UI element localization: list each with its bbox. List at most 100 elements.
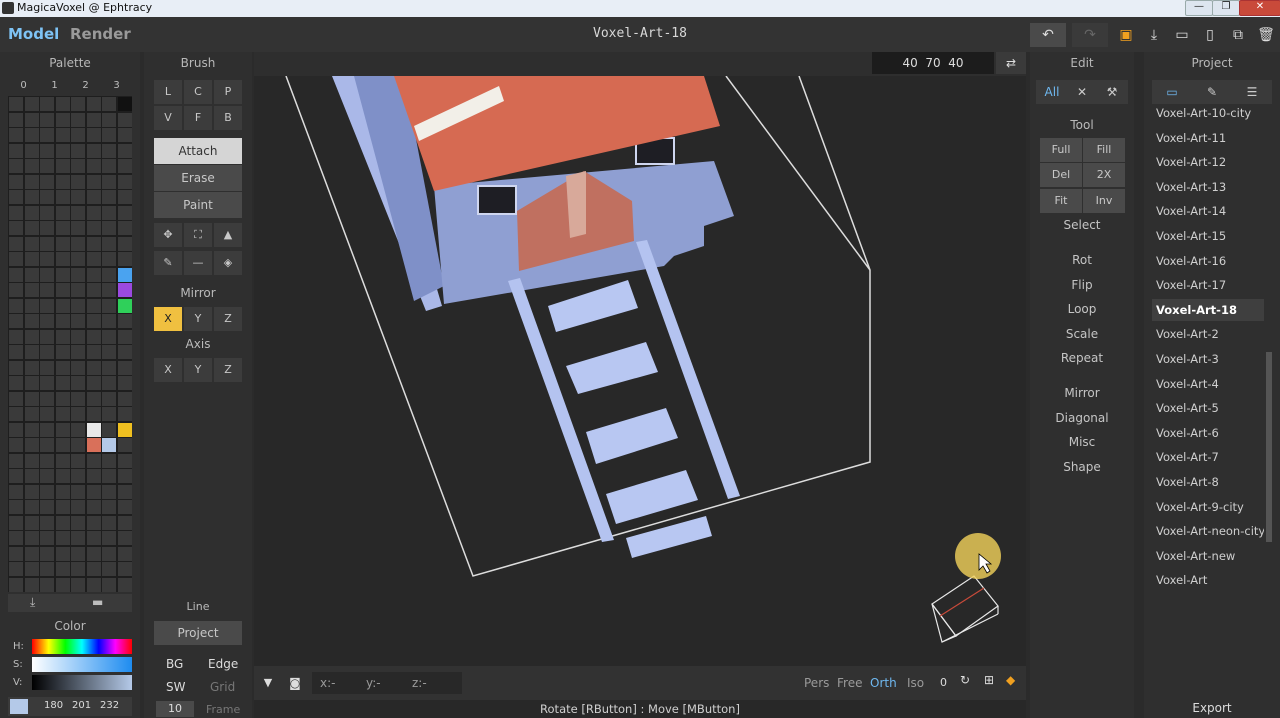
tab-list-icon[interactable]: ☰ xyxy=(1236,80,1268,104)
palette-cell[interactable] xyxy=(55,112,70,127)
palette-cell[interactable] xyxy=(9,267,23,282)
tab-wrench-icon[interactable]: ⚒ xyxy=(1098,80,1126,104)
palette-cell[interactable] xyxy=(24,159,39,173)
palette-cell[interactable] xyxy=(71,391,85,406)
palette-cell[interactable] xyxy=(24,112,39,127)
palette-cell[interactable] xyxy=(117,128,132,142)
palette-cell[interactable] xyxy=(86,484,101,499)
palette-cell[interactable] xyxy=(55,438,70,452)
palette-cell[interactable] xyxy=(24,190,39,204)
palette-cell[interactable] xyxy=(86,577,101,592)
palette-cell[interactable] xyxy=(24,469,39,483)
brush-type-v[interactable]: V xyxy=(154,106,182,130)
palette-cell[interactable] xyxy=(86,407,101,421)
palette-cell[interactable] xyxy=(9,143,23,158)
palette-cell[interactable] xyxy=(102,407,116,421)
edge-button[interactable]: Edge xyxy=(208,657,238,671)
redo-icon[interactable]: ↷ xyxy=(1072,23,1108,47)
palette-cell[interactable] xyxy=(86,159,101,173)
project-item[interactable]: Voxel-Art-15 xyxy=(1152,225,1264,247)
project-item[interactable]: Voxel-Art-17 xyxy=(1152,274,1264,296)
view-free[interactable]: Free xyxy=(837,676,862,690)
picker-icon[interactable]: ✎ xyxy=(154,251,182,275)
tab-transform-icon[interactable]: ✕ xyxy=(1068,80,1096,104)
project-item[interactable]: Voxel-Art-14 xyxy=(1152,200,1264,222)
palette-cell[interactable] xyxy=(102,174,116,189)
palette-cell[interactable] xyxy=(9,577,23,592)
palette-cell[interactable] xyxy=(24,143,39,158)
palette-cell[interactable] xyxy=(24,407,39,421)
tool-del[interactable]: Del xyxy=(1040,163,1082,187)
palette-cell[interactable] xyxy=(40,314,54,328)
project-item[interactable]: Voxel-Art-5 xyxy=(1152,397,1264,419)
palette-cell[interactable] xyxy=(24,546,39,561)
project-item[interactable]: Voxel-Art xyxy=(1152,569,1264,591)
palette-cell[interactable] xyxy=(40,438,54,452)
zoom-value[interactable]: 0 xyxy=(940,676,947,689)
palette-cell[interactable] xyxy=(86,267,101,282)
palette-cell[interactable] xyxy=(40,531,54,545)
palette-cell[interactable] xyxy=(71,422,85,437)
mirror-y-button[interactable]: Y xyxy=(184,307,212,331)
palette-cell[interactable] xyxy=(71,283,85,297)
palette-cell[interactable] xyxy=(24,174,39,189)
project-item[interactable]: Voxel-Art-2 xyxy=(1152,323,1264,345)
palette-page-2[interactable]: 2 xyxy=(70,80,101,91)
rot-item[interactable]: Rot xyxy=(1034,253,1130,267)
palette-cell[interactable] xyxy=(40,143,54,158)
palette-cell[interactable] xyxy=(55,391,70,406)
palette-cell[interactable] xyxy=(9,283,23,297)
palette-cell[interactable] xyxy=(117,360,132,375)
palette-cell[interactable] xyxy=(117,267,132,282)
maximize-button[interactable]: ❐ xyxy=(1212,0,1240,16)
palette-cell[interactable] xyxy=(102,500,116,514)
palette-cell[interactable] xyxy=(86,221,101,235)
palette-cell[interactable] xyxy=(55,546,70,561)
palette-cell[interactable] xyxy=(102,484,116,499)
palette-cell[interactable] xyxy=(86,205,101,220)
palette-page-3[interactable]: 3 xyxy=(101,80,132,91)
project-item[interactable]: Voxel-Art-13 xyxy=(1152,176,1264,198)
palette-cell[interactable] xyxy=(86,283,101,297)
camera-icon[interactable]: ◙ xyxy=(284,672,306,694)
tab-model[interactable]: Model xyxy=(8,25,59,43)
palette-cell[interactable] xyxy=(55,345,70,359)
palette-folder-icon[interactable]: ▬ xyxy=(92,595,103,609)
axis-x-button[interactable]: X xyxy=(154,358,182,382)
sw-button[interactable]: SW xyxy=(166,680,185,694)
palette-cell[interactable] xyxy=(40,360,54,375)
palette-cell[interactable] xyxy=(24,453,39,468)
palette-cell[interactable] xyxy=(40,391,54,406)
palette-cell[interactable] xyxy=(86,546,101,561)
palette-cell[interactable] xyxy=(86,112,101,127)
project-item[interactable]: Voxel-Art-new xyxy=(1152,545,1264,567)
palette-cell[interactable] xyxy=(24,221,39,235)
move-icon[interactable]: ✥ xyxy=(154,223,182,247)
palette-cell[interactable] xyxy=(71,376,85,390)
mirror-x-button[interactable]: X xyxy=(154,307,182,331)
project-item[interactable]: Voxel-Art-18 xyxy=(1152,298,1264,321)
palette-cell[interactable] xyxy=(71,546,85,561)
palette-cell[interactable] xyxy=(24,360,39,375)
project-scrollbar[interactable] xyxy=(1266,352,1272,542)
palette-cell[interactable] xyxy=(40,112,54,127)
palette-cell[interactable] xyxy=(24,376,39,390)
line-label[interactable]: Line xyxy=(144,600,252,613)
palette-cell[interactable] xyxy=(117,190,132,204)
brush-type-l[interactable]: L xyxy=(154,80,182,104)
project-item[interactable]: Voxel-Art-16 xyxy=(1152,250,1264,272)
cube-icon[interactable]: ◆ xyxy=(1006,673,1015,687)
palette-cell[interactable] xyxy=(71,360,85,375)
voxel-scene[interactable] xyxy=(254,76,1026,666)
palette-cell[interactable] xyxy=(117,453,132,468)
palette-cell[interactable] xyxy=(71,97,85,111)
loop-item[interactable]: Loop xyxy=(1034,302,1130,316)
viewport[interactable]: 40 70 40 ⇄ ▼ ◙ x:- y:- z:- Pers Free Ort… xyxy=(254,52,1026,718)
palette-cell[interactable] xyxy=(55,252,70,266)
palette-cell[interactable] xyxy=(117,515,132,530)
palette-cell[interactable] xyxy=(102,128,116,142)
palette-cell[interactable] xyxy=(55,360,70,375)
palette-cell[interactable] xyxy=(86,391,101,406)
mirror-z-button[interactable]: Z xyxy=(214,307,242,331)
color-r[interactable]: 180 xyxy=(44,700,63,711)
